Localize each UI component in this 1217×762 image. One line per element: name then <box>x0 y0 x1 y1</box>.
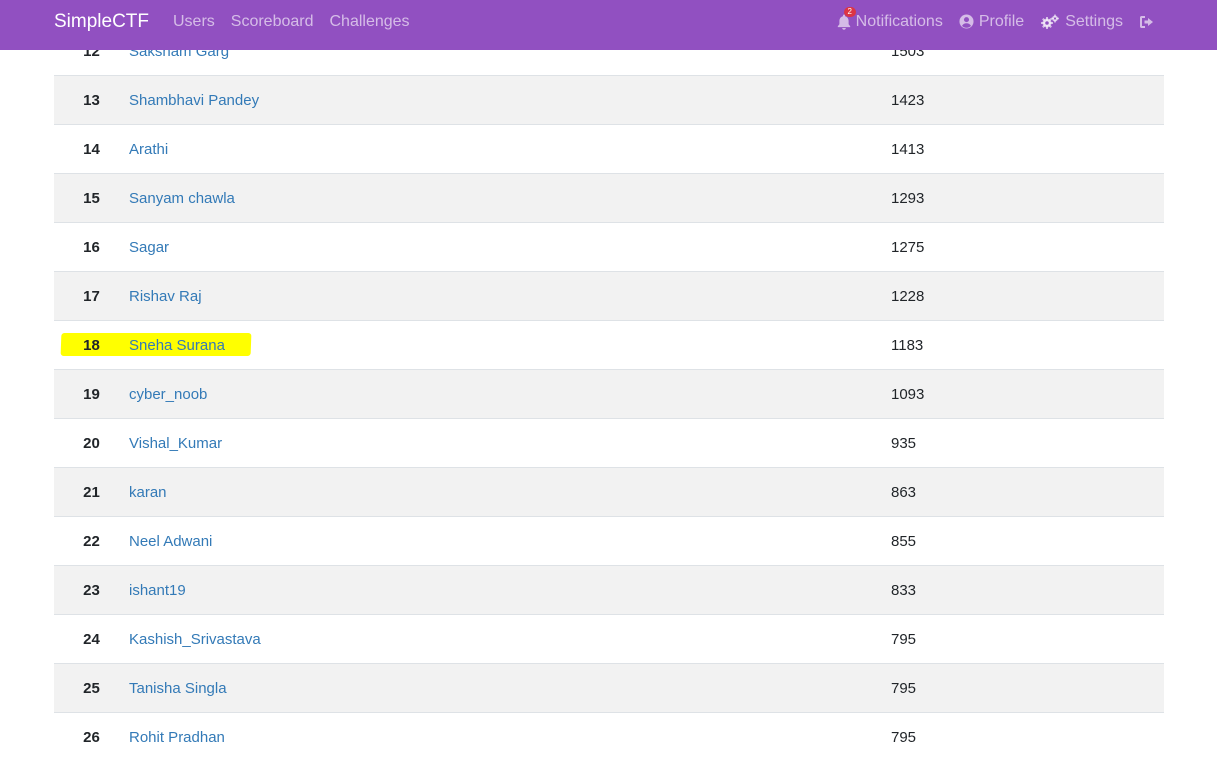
score-cell: 795 <box>891 614 1164 664</box>
rank-cell: 21 <box>54 467 129 517</box>
nav-profile[interactable]: Profile <box>959 0 1024 43</box>
rank-cell: 18 <box>54 320 129 370</box>
table-row: 19 cyber_noob 1093 <box>54 369 1164 419</box>
rank-cell: 20 <box>54 418 129 468</box>
table-row: 22 Neel Adwani 855 <box>54 516 1164 566</box>
rank-cell: 24 <box>54 614 129 664</box>
rank-cell: 17 <box>54 271 129 321</box>
user-link[interactable]: Shambhavi Pandey <box>129 92 259 109</box>
name-cell: Vishal_Kumar <box>129 418 891 468</box>
logout-button[interactable] <box>1139 15 1155 29</box>
user-link[interactable]: karan <box>129 484 167 501</box>
rank-cell: 14 <box>54 124 129 174</box>
table-row: 17 Rishav Raj 1228 <box>54 271 1164 321</box>
user-link[interactable]: ishant19 <box>129 582 186 599</box>
user-link[interactable]: Sagar <box>129 239 169 256</box>
user-link[interactable]: Sneha Surana <box>129 337 225 354</box>
table-row: 26 Rohit Pradhan 795 <box>54 712 1164 762</box>
user-link[interactable]: Sanyam chawla <box>129 190 235 207</box>
table-row: 21 karan 863 <box>54 467 1164 517</box>
score-cell: 1293 <box>891 173 1164 223</box>
rank-cell: 15 <box>54 173 129 223</box>
nav-notifications[interactable]: 2 Notifications <box>837 0 943 43</box>
name-cell: Tanisha Singla <box>129 663 891 713</box>
name-cell: Rohit Pradhan <box>129 712 891 762</box>
rank-cell: 19 <box>54 369 129 419</box>
table-row: 25 Tanisha Singla 795 <box>54 663 1164 713</box>
name-cell: Shambhavi Pandey <box>129 75 891 125</box>
rank-cell: 22 <box>54 516 129 566</box>
nav-settings-label: Settings <box>1065 13 1123 30</box>
name-cell: Kashish_Srivastava <box>129 614 891 664</box>
table-row: 18 Sneha Surana 1183 <box>54 320 1164 370</box>
nav-users[interactable]: Users <box>173 0 215 43</box>
rank-cell: 26 <box>54 712 129 762</box>
name-cell: Neel Adwani <box>129 516 891 566</box>
rank-cell: 25 <box>54 663 129 713</box>
score-cell: 1275 <box>891 222 1164 272</box>
user-link[interactable]: Rohit Pradhan <box>129 729 225 746</box>
user-link[interactable]: Kashish_Srivastava <box>129 631 261 648</box>
table-row: 24 Kashish_Srivastava 795 <box>54 614 1164 664</box>
notification-count-badge: 2 <box>843 6 856 17</box>
name-cell: ishant19 <box>129 565 891 615</box>
nav-challenges[interactable]: Challenges <box>330 0 410 43</box>
gears-icon <box>1040 14 1060 30</box>
brand-link[interactable]: SimpleCTF <box>54 0 149 43</box>
secondary-nav: 2 Notifications Profile Settings <box>837 0 1155 43</box>
nav-notifications-label: Notifications <box>855 13 943 30</box>
rank-cell: 23 <box>54 565 129 615</box>
table-row: 20 Vishal_Kumar 935 <box>54 418 1164 468</box>
sign-out-icon <box>1139 15 1155 29</box>
score-cell: 833 <box>891 565 1164 615</box>
score-cell: 855 <box>891 516 1164 566</box>
table-row: 23 ishant19 833 <box>54 565 1164 615</box>
primary-nav: Users Scoreboard Challenges <box>173 0 410 43</box>
table-row: 16 Sagar 1275 <box>54 222 1164 272</box>
user-link[interactable]: Vishal_Kumar <box>129 435 222 452</box>
nav-profile-label: Profile <box>978 13 1025 30</box>
score-cell: 863 <box>891 467 1164 517</box>
user-link[interactable]: Neel Adwani <box>129 533 212 550</box>
name-cell: Sagar <box>129 222 891 272</box>
nav-settings[interactable]: Settings <box>1040 0 1123 43</box>
user-circle-icon <box>959 14 974 29</box>
score-cell: 1093 <box>891 369 1164 419</box>
name-cell: Rishav Raj <box>129 271 891 321</box>
name-cell: Sanyam chawla <box>129 173 891 223</box>
rank-cell: 16 <box>54 222 129 272</box>
bell-icon: 2 <box>837 6 856 30</box>
score-cell: 795 <box>891 663 1164 713</box>
user-link[interactable]: Tanisha Singla <box>129 680 227 697</box>
name-cell: Sneha Surana <box>129 320 891 370</box>
table-row: 15 Sanyam chawla 1293 <box>54 173 1164 223</box>
score-cell: 1413 <box>891 124 1164 174</box>
scoreboard-table-container: 12 Saksham Garg 1503 13 Shambhavi Pandey 1423… <box>54 26 1164 762</box>
score-cell: 795 <box>891 712 1164 762</box>
user-link[interactable]: Arathi <box>129 141 168 158</box>
name-cell: cyber_noob <box>129 369 891 419</box>
score-cell: 1228 <box>891 271 1164 321</box>
user-link[interactable]: cyber_noob <box>129 386 207 403</box>
name-cell: karan <box>129 467 891 517</box>
user-link[interactable]: Rishav Raj <box>129 288 202 305</box>
table-row: 13 Shambhavi Pandey 1423 <box>54 75 1164 125</box>
score-cell: 935 <box>891 418 1164 468</box>
name-cell: Arathi <box>129 124 891 174</box>
score-cell: 1183 <box>891 320 1164 370</box>
scoreboard-table: 12 Saksham Garg 1503 13 Shambhavi Pandey 1423… <box>54 26 1164 762</box>
rank-cell: 13 <box>54 75 129 125</box>
nav-scoreboard[interactable]: Scoreboard <box>231 0 314 43</box>
table-row: 14 Arathi 1413 <box>54 124 1164 174</box>
score-cell: 1423 <box>891 75 1164 125</box>
top-navbar: SimpleCTF Users Scoreboard Challenges 2 … <box>0 0 1217 50</box>
